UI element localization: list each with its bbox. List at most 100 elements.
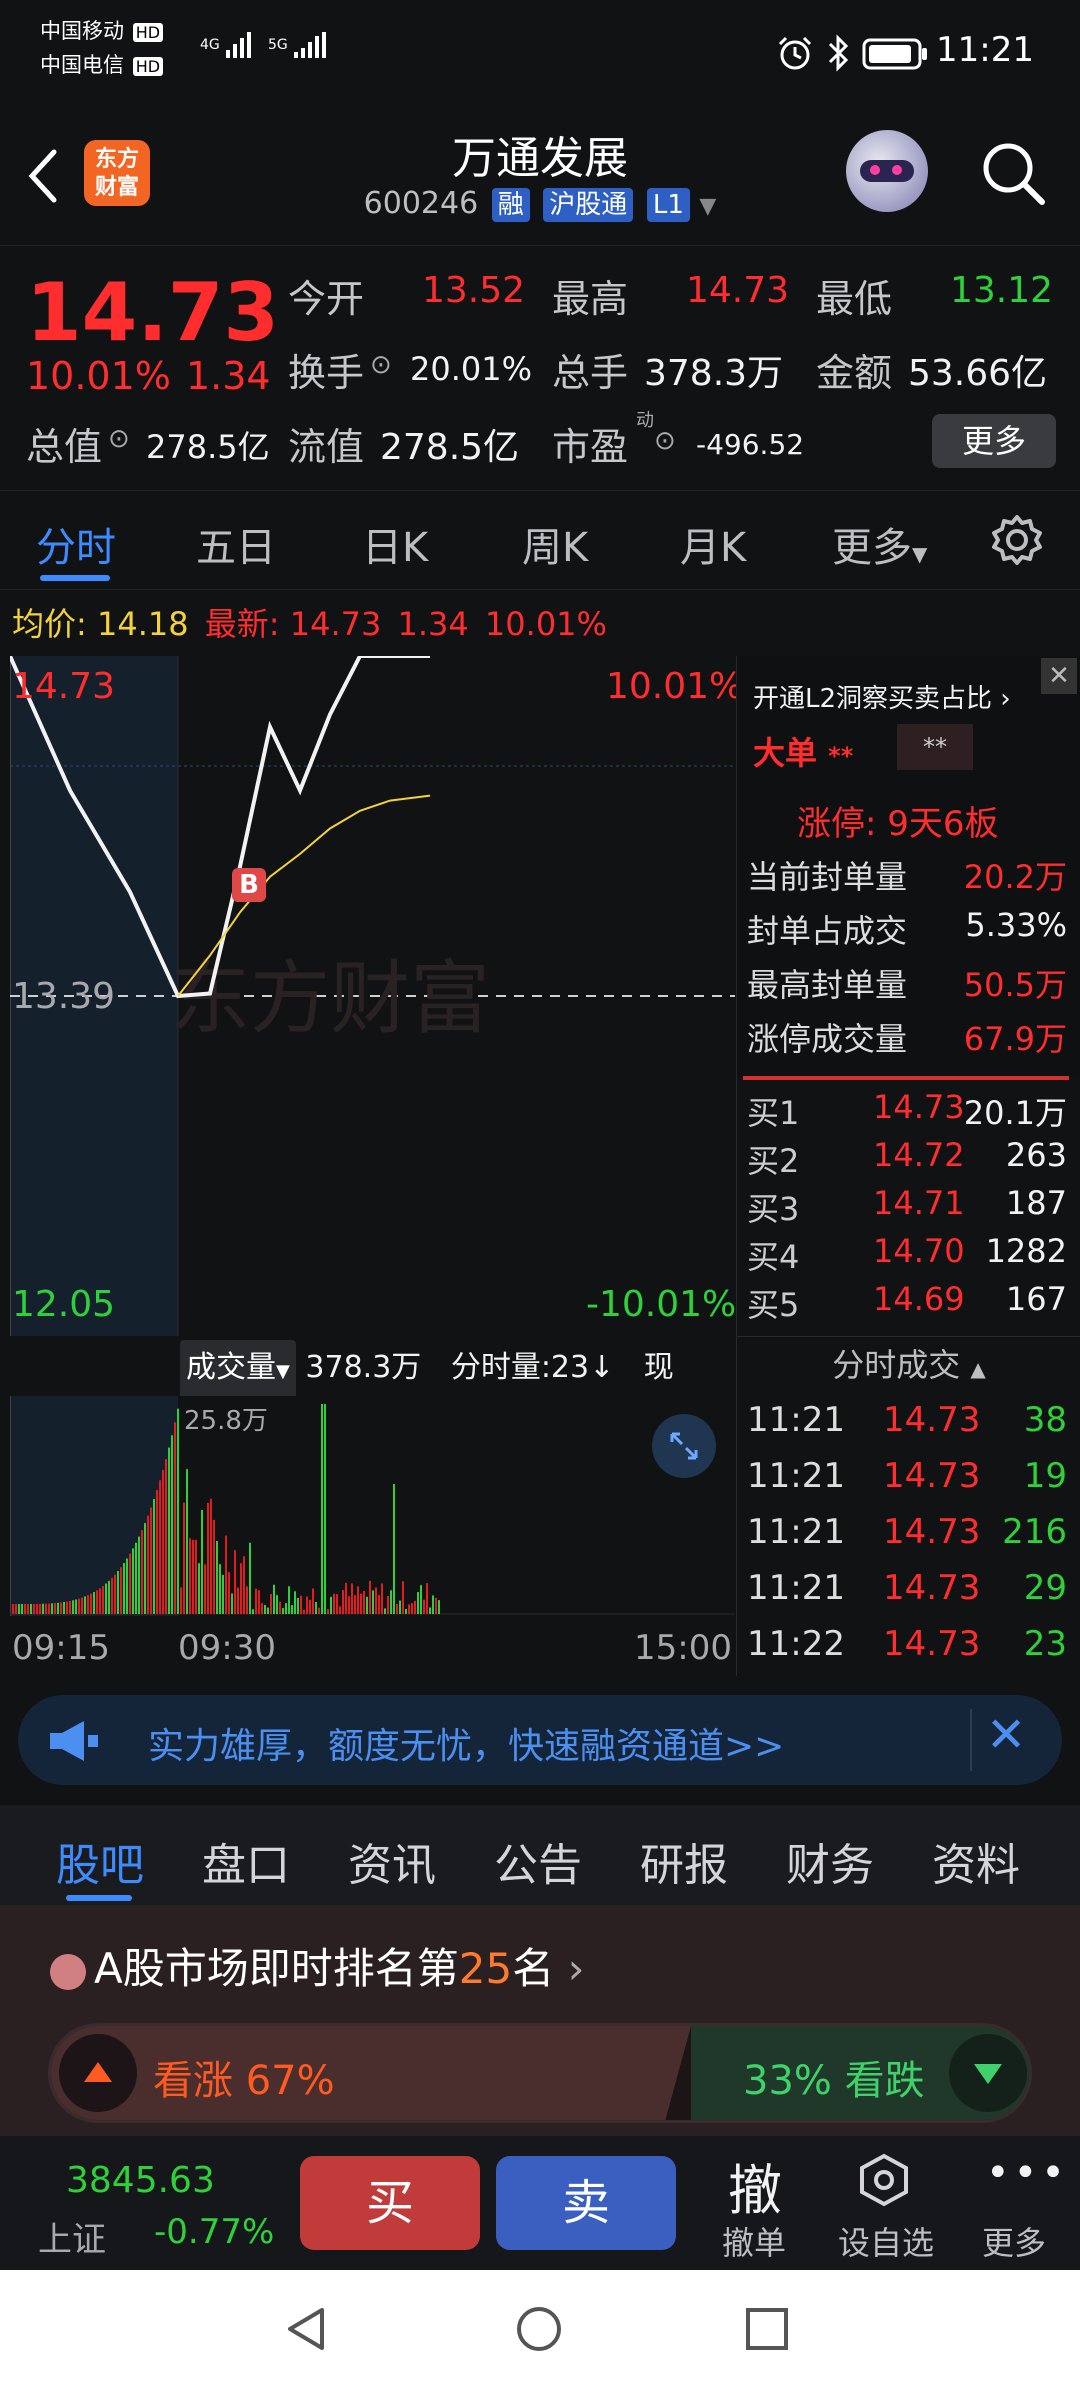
more-quote-button[interactable]: 更多 [932, 414, 1056, 468]
bid-price: 14.69 [873, 1280, 965, 1318]
volume-bar [300, 1595, 302, 1614]
bid-qty: 167 [1005, 1280, 1067, 1318]
volume-selector[interactable]: 成交量▼ [180, 1340, 296, 1400]
volume-bar [132, 1548, 134, 1614]
index-change[interactable]: -0.77% [154, 2212, 274, 2252]
intraday-chart[interactable]: 东方财富 14.73 10.01% 13.39 12.05 -10.01% B [8, 654, 743, 1336]
bid-row[interactable]: 买2 14.72 263 [747, 1136, 1067, 1182]
close-icon[interactable]: ✕ [986, 1707, 1026, 1763]
nav-home-button[interactable] [514, 2304, 564, 2358]
settings-button[interactable] [990, 513, 1044, 571]
pe-value: -496.52 [696, 428, 805, 461]
info-icon[interactable]: ⊙ [654, 426, 676, 456]
sell-button[interactable]: 卖 [496, 2156, 676, 2250]
volume-bar [264, 1604, 266, 1614]
caret-down-icon[interactable]: ▼ [699, 194, 716, 219]
volume-bar [144, 1523, 146, 1614]
bid-row[interactable]: 买4 14.70 1282 [747, 1232, 1067, 1278]
tick-time: 11:21 [747, 1512, 845, 1552]
cancel-order-label[interactable]: 撤单 [722, 2218, 786, 2264]
change-value: 1.34 [186, 354, 271, 398]
volume-bar [150, 1507, 152, 1614]
buy-button[interactable]: 买 [300, 2156, 480, 2250]
last-price: 14.73 [26, 266, 280, 359]
tab-research[interactable]: 研报 [640, 1829, 728, 1893]
volume-bar [51, 1603, 53, 1614]
nav-back-button[interactable] [282, 2304, 332, 2358]
bull-button[interactable] [59, 2034, 137, 2112]
tab-weekly-k[interactable]: 周K [522, 515, 588, 573]
watchlist-icon[interactable] [856, 2152, 912, 2212]
nav-recents-button[interactable] [744, 2306, 790, 2356]
big-order-box: ** [897, 724, 973, 770]
bid-qty: 263 [1005, 1136, 1067, 1174]
volume-label: 总手 [552, 351, 629, 395]
volume-bar [75, 1599, 77, 1614]
tab-financials[interactable]: 财务 [786, 1829, 874, 1893]
volume-bar [249, 1542, 251, 1614]
rank-title[interactable]: A股市场即时排名第25名 › [50, 1935, 584, 1996]
margin-tag: 融 [491, 188, 530, 222]
signal-4g-icon: 4G [200, 30, 254, 60]
volume-bar [66, 1601, 68, 1614]
volume-chart[interactable]: 25.8万 [9, 1396, 735, 1616]
time-open: 09:30 [178, 1628, 276, 1668]
status-bar: 中国移动 HD 中国电信 HD 4G 5G 11:21 [0, 0, 1080, 110]
ticks-header[interactable]: 分时成交 ▲ [737, 1336, 1080, 1392]
tick-row: 11:21 14.73 38 [747, 1400, 1067, 1440]
tab-underline [66, 1895, 132, 1901]
tab-profile[interactable]: 资料 [932, 1829, 1020, 1893]
expand-button[interactable] [652, 1414, 716, 1478]
bear-button[interactable] [949, 2034, 1027, 2112]
tab-announcements[interactable]: 公告 [494, 1829, 582, 1893]
tab-daily-k[interactable]: 日K [362, 515, 428, 573]
bid-row[interactable]: 买5 14.69 167 [747, 1280, 1067, 1326]
tab-more[interactable]: 更多▼ [832, 515, 927, 573]
close-icon[interactable]: ✕ [1041, 658, 1077, 694]
tab-news[interactable]: 资讯 [348, 1829, 436, 1893]
more-icon[interactable]: ••• [986, 2150, 1069, 2196]
volume-bar [381, 1583, 383, 1614]
cancel-icon[interactable]: 撤 [728, 2146, 782, 2225]
tab-intraday[interactable]: 分时 [36, 515, 116, 573]
pe-dynamic-sup: 动 [636, 410, 654, 431]
volume-bar [411, 1603, 413, 1614]
volume-bar [279, 1601, 281, 1614]
buy-marker[interactable]: B [232, 868, 266, 902]
tick-row: 11:21 14.73 29 [747, 1568, 1067, 1608]
stock-header: 东方 财富 万通发展 600246 融 沪股通 L1 ▼ [0, 110, 1080, 240]
index-value[interactable]: 3845.63 [66, 2160, 215, 2201]
index-name[interactable]: 上证 [38, 2212, 106, 2261]
volume-bar [102, 1586, 104, 1614]
volume-bar [426, 1583, 428, 1614]
robot-assistant-icon[interactable] [846, 130, 928, 212]
volume-bar [54, 1603, 56, 1614]
promo-banner[interactable]: 实力雄厚，额度无忧，快速融资通道>> ✕ [18, 1695, 1062, 1785]
volume-bar [306, 1596, 308, 1614]
bid-row[interactable]: 买1 14.73 20.1万 [747, 1088, 1067, 1134]
tab-monthly-k[interactable]: 月K [680, 515, 746, 573]
volume-bar [33, 1603, 35, 1614]
bid-row[interactable]: 买3 14.71 187 [747, 1184, 1067, 1230]
clock: 11:21 [936, 30, 1034, 70]
volume-total: 378.3万 [305, 1350, 422, 1385]
bear-label: 33% 看跌 [743, 2058, 925, 2104]
volume-header: 成交量▼ 378.3万 分时量:23↓ 现量:23 [180, 1340, 736, 1445]
signal-5g-icon: 5G [268, 30, 336, 60]
tab-orderbook[interactable]: 盘口 [202, 1829, 290, 1893]
info-icon[interactable]: ⊙ [370, 350, 392, 380]
volume-bar [297, 1597, 299, 1614]
volume-bar [138, 1536, 140, 1614]
tab-5day[interactable]: 五日 [196, 515, 276, 573]
triangle-back-icon [288, 2308, 324, 2350]
volume-bar [432, 1595, 434, 1614]
price-legend: 均价: 14.18 最新: 14.73 1.34 10.01% [0, 596, 1080, 652]
search-button[interactable] [978, 138, 1048, 212]
info-icon[interactable]: ⊙ [108, 424, 130, 454]
more-label[interactable]: 更多 [982, 2218, 1046, 2264]
add-watchlist-label[interactable]: 设自选 [838, 2218, 934, 2264]
l2-link[interactable]: 开通L2洞察买卖占比 › [753, 678, 1011, 715]
volume-bar [366, 1596, 368, 1614]
low-value: 13.12 [950, 270, 1054, 311]
tab-forum[interactable]: 股吧 [56, 1829, 144, 1893]
